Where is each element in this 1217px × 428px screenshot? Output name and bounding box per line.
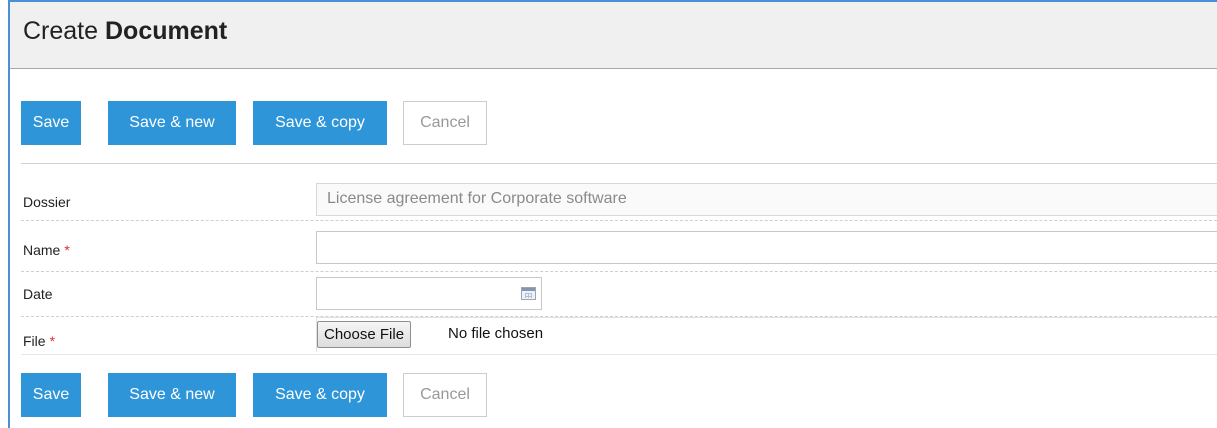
choose-file-button[interactable]: Choose File: [317, 321, 412, 348]
page-title-entity: Document: [105, 17, 228, 45]
form-row-file: File * Choose File No file chosen: [21, 317, 1217, 355]
date-input[interactable]: [316, 277, 542, 310]
name-label: Name *: [23, 242, 70, 258]
page-header: Create Document: [10, 2, 1217, 69]
dossier-label: Dossier: [23, 194, 71, 210]
form-row-dossier: Dossier License agreement for Corporate …: [21, 178, 1217, 221]
cancel-button[interactable]: Cancel: [403, 101, 487, 145]
name-input[interactable]: [316, 231, 1217, 264]
file-status: No file chosen: [448, 325, 544, 342]
save-button[interactable]: Save: [21, 373, 81, 417]
calendar-icon[interactable]: [521, 287, 536, 300]
page-title: Create Document: [23, 16, 227, 46]
page-frame: Create Document Save Save & new Save & c…: [8, 0, 1217, 428]
save-and-new-button[interactable]: Save & new: [108, 373, 236, 417]
required-marker: *: [64, 242, 70, 258]
form-row-date: Date: [21, 272, 1217, 317]
save-and-copy-button[interactable]: Save & copy: [253, 373, 387, 417]
save-and-copy-button[interactable]: Save & copy: [253, 101, 387, 145]
dossier-field: License agreement for Corporate software: [316, 183, 1217, 216]
required-marker: *: [49, 333, 56, 349]
save-button[interactable]: Save: [21, 101, 81, 145]
dossier-value: License agreement for Corporate software: [327, 190, 627, 207]
file-label: File *: [23, 333, 56, 349]
save-and-new-button[interactable]: Save & new: [108, 101, 236, 145]
form-row-name: Name *: [21, 221, 1217, 272]
page-title-prefix: Create: [23, 17, 99, 45]
date-label: Date: [23, 286, 53, 302]
cancel-button[interactable]: Cancel: [403, 373, 487, 417]
divider: [21, 163, 1217, 164]
